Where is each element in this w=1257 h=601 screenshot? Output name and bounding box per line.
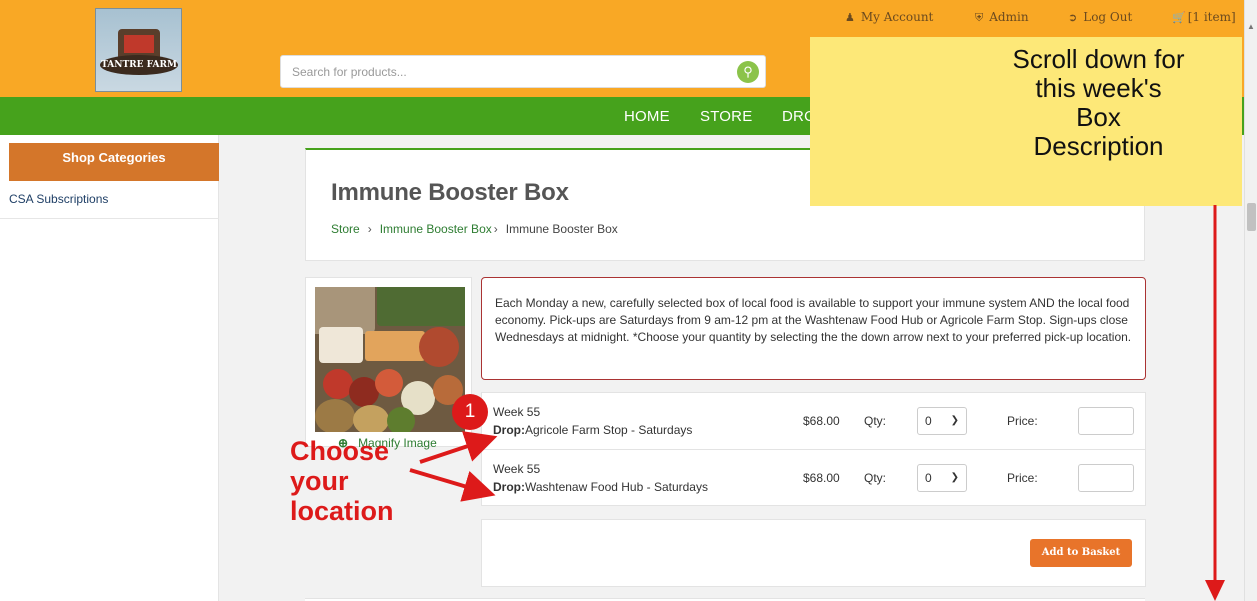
drop-value: Agricole Farm Stop - Saturdays bbox=[525, 423, 693, 437]
qty-label: Qty: bbox=[864, 471, 887, 485]
callout-line: your bbox=[290, 466, 349, 496]
note-line: Description bbox=[1033, 131, 1164, 161]
drop-value: Washtenaw Food Hub - Saturdays bbox=[525, 480, 708, 494]
product-image-card bbox=[305, 277, 472, 447]
scroll-down-note: Scroll down for this week's Box Descript… bbox=[810, 37, 1242, 206]
note-line: Box bbox=[1076, 102, 1121, 132]
search-input[interactable] bbox=[281, 56, 701, 87]
qty-select[interactable]: 0 ❯ bbox=[917, 407, 967, 435]
sidebar-item-csa-subscriptions[interactable]: CSA Subscriptions bbox=[0, 181, 219, 219]
search-box[interactable]: ⚲ bbox=[280, 55, 766, 88]
pickup-options: Week 55 Drop:Agricole Farm Stop - Saturd… bbox=[481, 392, 1146, 506]
pickup-row: Week 55 Drop:Washtenaw Food Hub - Saturd… bbox=[482, 449, 1145, 505]
shield-icon: ⛨ bbox=[975, 11, 984, 24]
note-line: this week's bbox=[1035, 73, 1162, 103]
breadcrumb-store[interactable]: Store bbox=[331, 222, 360, 236]
chevron-right-icon: › bbox=[493, 222, 498, 236]
week-label: Week 55 bbox=[493, 405, 541, 419]
price-field[interactable] bbox=[1078, 407, 1134, 435]
qty-value: 0 bbox=[925, 414, 932, 428]
price-field[interactable] bbox=[1078, 464, 1134, 492]
admin-label: Admin bbox=[989, 10, 1029, 24]
chevron-down-icon: ❯ bbox=[950, 415, 959, 426]
site-logo[interactable]: TANTRE FARM bbox=[95, 8, 182, 92]
product-image[interactable] bbox=[315, 287, 465, 432]
nav-home[interactable]: HOME bbox=[624, 108, 670, 125]
logout-link[interactable]: ➲ Log Out bbox=[1068, 10, 1132, 24]
product-description: Each Monday a new, carefully selected bo… bbox=[481, 277, 1146, 380]
choose-location-callout: Choose your location bbox=[290, 436, 394, 526]
breadcrumb-category[interactable]: Immune Booster Box bbox=[380, 222, 492, 236]
add-to-basket-button[interactable]: Add to Basket bbox=[1030, 539, 1132, 567]
search-icon[interactable]: ⚲ bbox=[737, 61, 759, 83]
week-label: Week 55 bbox=[493, 462, 541, 476]
drop-prefix: Drop: bbox=[493, 480, 525, 494]
qty-value: 0 bbox=[925, 471, 932, 485]
unit-price: $68.00 bbox=[803, 414, 840, 428]
price-label: Price: bbox=[1007, 414, 1038, 428]
cart-icon: 🛒 bbox=[1172, 11, 1186, 24]
pickup-row: Week 55 Drop:Agricole Farm Stop - Saturd… bbox=[482, 393, 1145, 449]
breadcrumb-current: Immune Booster Box bbox=[505, 222, 618, 236]
price-label: Price: bbox=[1007, 471, 1038, 485]
scrollbar[interactable]: ▲ bbox=[1244, 0, 1257, 601]
chevron-down-icon: ❯ bbox=[950, 472, 959, 483]
breadcrumb: Store › Immune Booster Box › Immune Booster … bbox=[331, 222, 618, 236]
scrollbar-thumb[interactable] bbox=[1247, 203, 1256, 231]
drop-location: Drop:Agricole Farm Stop - Saturdays bbox=[493, 423, 692, 437]
my-account-label: My Account bbox=[860, 10, 934, 24]
qty-label: Qty: bbox=[864, 414, 887, 428]
scroll-up-icon[interactable]: ▲ bbox=[1247, 22, 1255, 31]
logout-icon: ➲ bbox=[1068, 11, 1078, 24]
qty-select[interactable]: 0 ❯ bbox=[917, 464, 967, 492]
nav-store[interactable]: STORE bbox=[700, 108, 752, 125]
cart-count: [1 item] bbox=[1187, 10, 1236, 24]
my-account-link[interactable]: ♟ My Account bbox=[845, 10, 933, 24]
admin-link[interactable]: ⛨ Admin bbox=[975, 10, 1029, 25]
chevron-right-icon: › bbox=[367, 222, 372, 236]
shop-categories-heading: Shop Categories bbox=[9, 143, 219, 181]
callout-line: Choose bbox=[290, 436, 390, 466]
step-badge: 1 bbox=[452, 394, 488, 430]
drop-prefix: Drop: bbox=[493, 423, 525, 437]
logout-label: Log Out bbox=[1083, 10, 1133, 24]
user-icon: ♟ bbox=[845, 11, 855, 24]
cart-link[interactable]: 🛒 [1 item] bbox=[1172, 10, 1236, 24]
note-line: Scroll down for bbox=[1012, 44, 1185, 74]
unit-price: $68.00 bbox=[803, 471, 840, 485]
callout-line: location bbox=[290, 496, 394, 526]
drop-location: Drop:Washtenaw Food Hub - Saturdays bbox=[493, 480, 708, 494]
logo-banner: TANTRE FARM bbox=[100, 55, 178, 75]
page-title: Immune Booster Box bbox=[331, 179, 569, 206]
